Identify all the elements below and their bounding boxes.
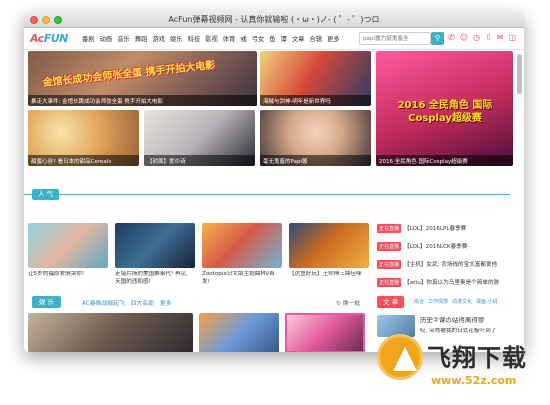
- live-item[interactable]: 正在直播 【LOL】2016LCK春季赛: [377, 241, 513, 251]
- video-thumbnail[interactable]: [115, 223, 195, 268]
- acfun-logo[interactable]: AcFUN: [30, 31, 76, 47]
- entertainment-tab[interactable]: 更多: [160, 298, 172, 307]
- section-divider: [24, 194, 510, 195]
- change-batch-button[interactable]: ↻ 换一批: [336, 298, 360, 307]
- watermark-url: www.52z.com: [431, 374, 517, 387]
- entertainment-label: 娱 乐: [32, 296, 62, 308]
- nav-link[interactable]: 科技: [186, 34, 203, 43]
- tool-icons: ✆ ☺ ◷ ⇧ ✉ ◫: [448, 33, 516, 42]
- message-icon[interactable]: ✉: [497, 33, 504, 42]
- logo-main: Ac: [30, 31, 44, 45]
- nav-link[interactable]: 番剧: [80, 34, 97, 43]
- live-item[interactable]: 正在直播 【wiiu】你真以为马里奥是个简单的游: [377, 277, 513, 287]
- video-thumbnail[interactable]: [202, 223, 282, 268]
- nav-link[interactable]: 弓女: [250, 34, 267, 43]
- video-thumbnail[interactable]: [289, 223, 369, 268]
- search-input[interactable]: [359, 32, 431, 45]
- nav-link[interactable]: 谭: [279, 34, 289, 43]
- nav-link[interactable]: 影视: [203, 34, 220, 43]
- article-title[interactable]: 历史②课の站得离得惨: [420, 317, 514, 325]
- banner-tile[interactable]: 甜蜜心谷? 看日本的甜品Cereals: [28, 110, 139, 166]
- entertainment-section-header: 娱 乐 AC春晚战舰起飞 四大名助 更多 ↻ 换一批: [24, 295, 364, 309]
- live-title: 【LOL】2016LPL春季赛: [404, 226, 467, 232]
- articles-tabs: 综合 工作情感 动漫文化 漫画·小说: [414, 298, 498, 305]
- video-thumbnail[interactable]: [28, 223, 108, 268]
- articles-label: 文 章: [377, 296, 405, 308]
- video-title[interactable]: 让5岁的福原爱萌哭你!: [28, 271, 108, 287]
- live-badge: 正在直播: [377, 241, 402, 251]
- live-item[interactable]: 正在直播 【主机】女武: 农场线的宝大富都爱他: [377, 259, 513, 269]
- nav-link[interactable]: 舞蹈: [133, 34, 150, 43]
- nav-link[interactable]: 彧: [238, 34, 248, 43]
- video-thumbnail[interactable]: [199, 313, 279, 352]
- banner-caption: 暴走大事件: 金馆长跳成功会师张全蛋 携手开拍大电影: [28, 95, 257, 106]
- live-item[interactable]: 正在直播 【LOL】2016LPL春季赛: [377, 223, 513, 233]
- popular-section-header: 人 气: [24, 187, 516, 201]
- upload-icon[interactable]: ⇧: [485, 33, 492, 42]
- logo-sub: FUN: [43, 31, 69, 45]
- popular-label: 人 气: [32, 189, 60, 200]
- search-icon[interactable]: ⚲: [431, 32, 444, 45]
- title-bar: AcFun弹幕视频网 - 认真你就输啦 (・ω・)ノ- ( ゜- ゜)つロ: [24, 12, 524, 28]
- folder-icon[interactable]: ◫: [508, 33, 516, 42]
- phone-icon[interactable]: ✆: [448, 33, 455, 42]
- articles-tab[interactable]: 动漫文化: [452, 298, 472, 305]
- banner-caption: 甜蜜心谷? 看日本的甜品Cereals: [28, 155, 139, 166]
- nav-link[interactable]: 动画: [98, 34, 115, 43]
- site-navbar: AcFUN 番剧 动画 音乐 舞蹈 游戏 娱乐 科技 影视 体育 彧 弓女 鱼 …: [24, 28, 524, 50]
- banner-caption: 2016 全民角色 国际Cosplay超级赛: [376, 155, 513, 166]
- nav-link[interactable]: 合辑: [307, 34, 324, 43]
- banner-tile[interactable]: 金馆长成功会师张全蛋 携手开拍大电影 暴走大事件: 金馆长跳成功会师张全蛋 携手…: [28, 51, 257, 106]
- banner-headline: 金馆长成功会师张全蛋 携手开拍大电影: [42, 59, 216, 90]
- browser-window: AcFun弹幕视频网 - 认真你就输啦 (・ω・)ノ- ( ゜- ゜)つロ Ac…: [24, 12, 524, 352]
- banner-caption: 【封面】爱の诗: [144, 155, 255, 166]
- user-icon[interactable]: ☺: [460, 33, 468, 42]
- entertainment-tab[interactable]: AC春晚战舰起飞: [82, 298, 125, 307]
- nav-link[interactable]: 鱼: [267, 34, 277, 43]
- nav-link[interactable]: 娱乐: [168, 34, 185, 43]
- live-title: 【wiiu】你真以为马里奥是个简单的游: [404, 280, 500, 286]
- banner-caption: 海贼与剑神·明年是新世界吗: [260, 95, 371, 106]
- video-thumbnail[interactable]: [28, 313, 193, 352]
- banner-tile[interactable]: 2016 全民角色 国际Cosplay超级赛 2016 全民角色 国际Cospl…: [376, 51, 513, 166]
- live-title: 【主机】女武: 农场线的宝大富都爱他: [404, 262, 498, 268]
- live-badge: 正在直播: [377, 277, 402, 287]
- entertainment-tabs: AC春晚战舰起飞 四大名助 更多: [82, 298, 172, 307]
- video-title[interactable]: Zootopia日文版主题曲MV首发!: [202, 271, 282, 287]
- nav-link[interactable]: 游戏: [150, 34, 167, 43]
- video-thumbnail[interactable]: [285, 313, 365, 352]
- banner-tile[interactable]: 毫无鬼畜的Papi酱: [260, 110, 371, 166]
- banner-caption: 毫无鬼畜的Papi酱: [260, 155, 371, 166]
- live-title: 【LOL】2016LCK春季赛: [404, 244, 468, 250]
- refresh-icon: ↻: [336, 301, 343, 307]
- banner-tile[interactable]: 海贼与剑神·明年是新世界吗: [260, 51, 371, 106]
- banner-tile[interactable]: 【封面】爱の诗: [144, 110, 255, 166]
- live-badge: 正在直播: [377, 259, 402, 269]
- change-batch-label: 换一批: [342, 301, 361, 307]
- nav-link[interactable]: 更多: [325, 34, 342, 43]
- entertainment-tab[interactable]: 四大名助: [131, 298, 154, 307]
- articles-tab[interactable]: 工作情感: [428, 298, 448, 305]
- watermark-title: 飞翔下载: [427, 344, 527, 372]
- window-title: AcFun弹幕视频网 - 认真你就输啦 (・ω・)ノ- ( ゜- ゜)つロ: [168, 15, 380, 24]
- nav-links: 番剧 动画 音乐 舞蹈 游戏 娱乐 科技 影视 体育 彧 弓女 鱼 谭 文章 合…: [80, 34, 342, 43]
- video-title[interactable]: 【这鱼好玩】王师傅三鼎佳味: [289, 271, 369, 287]
- nav-link[interactable]: 体育: [221, 34, 238, 43]
- nav-link[interactable]: 文章: [290, 34, 307, 43]
- banner-headline: 2016 全民角色 国际Cosplay超级赛: [397, 100, 493, 124]
- video-title[interactable]: 走错片场的美国赛事代! 再见, 天国的违和感!: [115, 271, 195, 287]
- articles-tab[interactable]: 综合: [414, 298, 424, 305]
- page-scrollbar[interactable]: [517, 54, 522, 94]
- page-content: 金馆长成功会师张全蛋 携手开拍大电影 暴走大事件: 金馆长跳成功会师张全蛋 携手…: [24, 51, 516, 352]
- site-watermark: 飞翔下载 www.52z.com: [375, 330, 545, 400]
- watermark-logo-icon: [377, 334, 423, 380]
- nav-link[interactable]: 音乐: [115, 34, 132, 43]
- live-badge: 正在直播: [377, 223, 402, 233]
- articles-tab[interactable]: 漫画·小说: [476, 298, 498, 305]
- articles-section-header: 文 章 综合 工作情感 动漫文化 漫画·小说: [377, 295, 513, 309]
- history-icon[interactable]: ◷: [473, 33, 480, 42]
